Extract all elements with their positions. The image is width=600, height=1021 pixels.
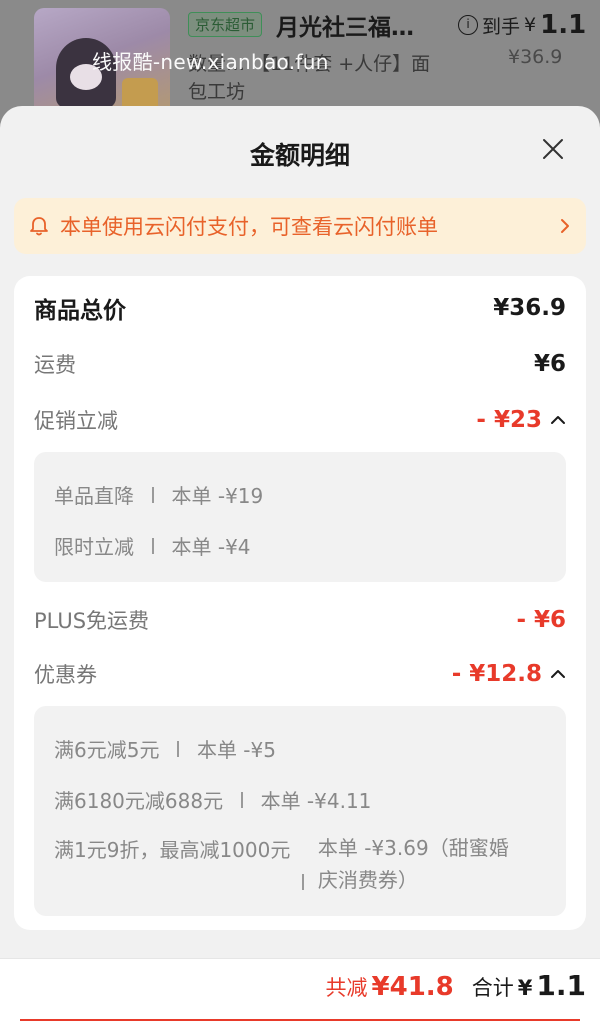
unionpay-notice-banner[interactable]: 本单使用云闪付支付，可查看云闪付账单 xyxy=(14,198,586,254)
original-price: ¥36.9 xyxy=(508,46,563,68)
checkout-footer: 共减 ¥41.8 合计 ¥ 1.1 xyxy=(0,958,600,1021)
plus-label: PLUS免运费 xyxy=(34,609,150,633)
promo-row[interactable]: 促销立减 - ¥23 xyxy=(34,400,566,440)
promo-value: - ¥23 xyxy=(476,407,542,433)
chevron-right-icon xyxy=(561,219,569,233)
promo-detail-item: 单品直降 本单 -¥19 xyxy=(54,484,264,508)
amount-breakdown-card: 商品总价 ¥36.9 运费 ¥6 促销立减 - ¥23 单品直降 本单 -¥19 … xyxy=(14,276,586,930)
shipping-value: ¥6 xyxy=(533,351,566,377)
close-icon[interactable] xyxy=(538,134,568,164)
coupon-detail-panel: 满6元减5元 本单 -¥5 满6180元减688元 本单 -¥4.11 满1元9折，… xyxy=(34,706,566,916)
amount-detail-sheet: 金额明细 本单使用云闪付支付，可查看云闪付账单 商品总价 ¥36.9 运费 ¥6… xyxy=(0,106,600,958)
shipping-label: 运费 xyxy=(34,353,76,377)
plus-row: PLUS免运费 - ¥6 xyxy=(34,600,566,640)
plus-value: - ¥6 xyxy=(516,607,566,633)
coupon-detail-item: 满6元减5元 本单 -¥5 xyxy=(54,738,276,762)
store-tag: 京东超市 xyxy=(188,12,263,37)
coupon-detail-item: 满6180元减688元 本单 -¥4.11 xyxy=(54,789,372,813)
info-icon: i xyxy=(458,15,478,35)
chevron-up-icon[interactable] xyxy=(550,669,566,679)
total-label: 商品总价 xyxy=(34,298,126,324)
total-row: 商品总价 ¥36.9 xyxy=(34,288,566,328)
coupon-detail-item: 满1元9折，最高减1000元 本单 -¥3.69（甜蜜婚庆消费券） xyxy=(54,836,509,892)
promo-label: 促销立减 xyxy=(34,409,118,433)
sum-label: 合计 xyxy=(471,976,514,1000)
total-value: ¥36.9 xyxy=(493,295,566,321)
notice-text: 本单使用云闪付支付，可查看云闪付账单 xyxy=(60,215,438,239)
coupon-value: - ¥12.8 xyxy=(451,661,542,687)
bell-icon xyxy=(30,217,48,236)
coupon-label: 优惠券 xyxy=(34,663,97,687)
final-price: i 到手 ¥1.1 xyxy=(458,10,586,40)
sheet-title: 金额明细 xyxy=(249,141,350,170)
sum-currency: ¥ xyxy=(517,976,533,1000)
saved-value: ¥41.8 xyxy=(371,972,454,1002)
watermark: 线报酷-new.xianbao.fun xyxy=(92,50,329,74)
promo-detail-panel: 单品直降 本单 -¥19 限时立减 本单 -¥4 xyxy=(34,452,566,582)
shipping-row: 运费 ¥6 xyxy=(34,344,566,384)
product-title: 月光社三福… xyxy=(276,15,414,41)
saved-label: 共减 xyxy=(325,976,368,1000)
promo-detail-item: 限时立减 本单 -¥4 xyxy=(54,535,251,559)
sum-value: 1.1 xyxy=(536,969,586,1002)
chevron-up-icon[interactable] xyxy=(550,415,566,425)
coupon-row[interactable]: 优惠券 - ¥12.8 xyxy=(34,654,566,694)
